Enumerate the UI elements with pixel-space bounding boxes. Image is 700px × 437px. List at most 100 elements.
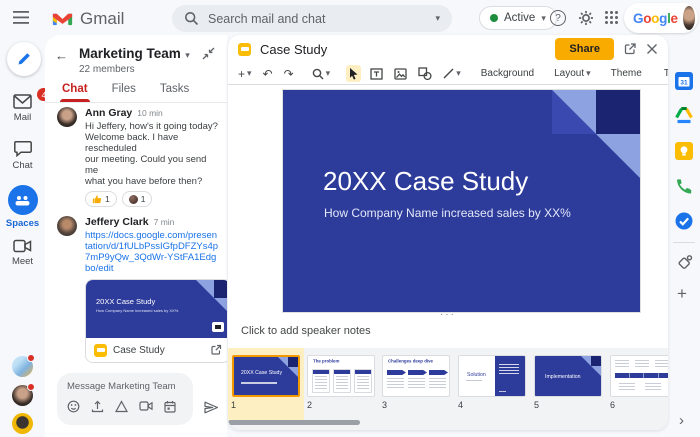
current-slide[interactable]: 20XX Case Study How Company Name increas…: [283, 90, 640, 312]
apps-grid-button[interactable]: [604, 10, 619, 25]
redo-button[interactable]: ↷: [282, 66, 296, 82]
drive-icon[interactable]: [115, 400, 128, 413]
open-in-new-icon[interactable]: [623, 42, 637, 56]
side-panel-rail: 31 + ›: [668, 36, 700, 437]
message-text: our meeting. Could you send me: [85, 154, 219, 176]
space-title[interactable]: Marketing Team: [79, 46, 181, 61]
message-composer[interactable]: Message Marketing Team: [57, 373, 193, 425]
insert-image-button[interactable]: [392, 66, 409, 82]
sidebar-item-spaces[interactable]: Spaces: [0, 185, 45, 229]
filmstrip-scrollbar[interactable]: [228, 420, 360, 425]
sidebar-item-chat[interactable]: Chat: [0, 140, 45, 171]
filmstrip-slide-3[interactable]: Challenges deep dive: [382, 355, 450, 397]
filmstrip-slide-1[interactable]: 20XX Case Study: [232, 355, 300, 397]
get-add-ons-icon[interactable]: [675, 254, 693, 272]
slide-title[interactable]: 20XX Case Study: [323, 166, 528, 197]
message-author: Jeffery Clark: [85, 216, 149, 228]
add-shortcut-plus-icon[interactable]: +: [677, 284, 687, 304]
calendar-app-icon[interactable]: 31: [675, 72, 693, 90]
sidebar-item-label: Mail: [14, 112, 31, 123]
doc-title[interactable]: Case Study: [260, 42, 546, 57]
send-icon[interactable]: [203, 400, 219, 415]
apps-grid-icon: [604, 10, 619, 25]
gmail-logo[interactable]: Gmail: [52, 9, 124, 29]
background-button[interactable]: Background: [477, 66, 538, 81]
sidebar-item-label: Chat: [12, 160, 32, 171]
main-menu-icon[interactable]: [13, 11, 29, 24]
collapse-side-panel-chevron-icon[interactable]: ›: [679, 412, 684, 429]
text-box-tool-button[interactable]: [368, 66, 385, 82]
search-input[interactable]: Search mail and chat ▾: [172, 5, 452, 32]
shared-link[interactable]: https://docs.google.com/presentation/d/1…: [85, 230, 219, 274]
thumb-title: Challenges deep dive: [388, 359, 433, 364]
avatar[interactable]: [57, 107, 77, 127]
share-button[interactable]: Share: [555, 38, 614, 60]
reaction-thumbs-up[interactable]: 1: [85, 191, 117, 207]
select-tool-button[interactable]: [346, 65, 361, 82]
contact-avatar[interactable]: [12, 356, 33, 377]
emoji-icon[interactable]: [67, 400, 80, 413]
speaker-notes-placeholder[interactable]: Click to add speaker notes: [228, 319, 668, 337]
file-name: Case Study: [113, 345, 204, 356]
insert-shape-button[interactable]: [416, 65, 434, 82]
sidebar-item-label: Spaces: [6, 218, 39, 229]
settings-button[interactable]: [578, 10, 594, 26]
filmstrip-slide-2[interactable]: The problem: [307, 355, 375, 397]
shape-icon: [418, 67, 432, 80]
upload-icon[interactable]: [91, 400, 104, 413]
chat-panel: ← Marketing Team ▾ 22 members Chat Files…: [45, 35, 227, 437]
filmstrip-slide-4[interactable]: Solution: [458, 355, 526, 397]
keep-app-icon[interactable]: [675, 142, 693, 160]
speaker-notes: ··· Click to add speaker notes: [228, 311, 668, 337]
status-selector[interactable]: Active ▾: [479, 6, 557, 30]
filmstrip-slide-6[interactable]: [610, 355, 668, 397]
account-avatar[interactable]: [683, 6, 695, 30]
layout-button[interactable]: Layout ▾: [552, 66, 593, 81]
caret-down-icon: ▾: [586, 69, 591, 78]
thumb-title: The problem: [313, 359, 339, 364]
message-text: Hi Jeffery, how's it going today?: [85, 121, 219, 132]
thumb-title: Implementation: [545, 374, 581, 380]
compose-button[interactable]: [7, 42, 41, 76]
message-time: 7 min: [154, 217, 175, 227]
status-caret-icon: ▾: [541, 14, 546, 23]
caret-down-icon: ▾: [326, 69, 331, 78]
thumb-title: 20XX Case Study: [96, 297, 155, 306]
reaction-count: 1: [141, 194, 146, 204]
theme-button[interactable]: Theme: [607, 66, 646, 81]
undo-button[interactable]: ↶: [261, 66, 275, 82]
svg-text:31: 31: [680, 79, 688, 86]
reaction-fist[interactable]: 1: [122, 191, 153, 207]
notes-resize-handle[interactable]: ···: [228, 311, 668, 319]
thumb-title: 20XX Case Study: [241, 370, 282, 376]
space-title-caret-icon[interactable]: ▾: [185, 50, 190, 60]
new-slide-button[interactable]: + ▾: [236, 66, 254, 82]
help-button[interactable]: ?: [550, 10, 566, 26]
contact-avatar[interactable]: [12, 385, 33, 406]
drive-app-icon[interactable]: [675, 107, 693, 124]
slide-number: 2: [307, 400, 312, 410]
close-icon[interactable]: [646, 43, 658, 55]
insert-line-button[interactable]: ▾: [441, 66, 463, 81]
slide-subtitle[interactable]: How Company Name increased sales by XX%: [324, 206, 571, 220]
calendar-icon[interactable]: [164, 400, 176, 413]
transition-button[interactable]: Transition: [660, 66, 668, 81]
contact-avatar[interactable]: [12, 413, 33, 434]
filmstrip-slide-5[interactable]: Implementation: [534, 355, 602, 397]
sidebar-item-meet[interactable]: Meet: [0, 239, 45, 267]
slides-app-icon: [238, 43, 251, 56]
open-in-new-icon[interactable]: [210, 344, 222, 356]
back-arrow-icon[interactable]: ←: [55, 48, 68, 63]
avatar[interactable]: [57, 216, 77, 236]
slides-editor-panel: Case Study Share + ▾ ↶ ↷ ▾: [228, 35, 668, 430]
tasks-app-icon[interactable]: [675, 212, 693, 230]
voice-app-icon[interactable]: [675, 177, 693, 195]
collapse-icon[interactable]: [202, 47, 215, 60]
zoom-button[interactable]: ▾: [310, 66, 333, 82]
mail-icon: 4: [13, 94, 32, 109]
search-options-caret-icon[interactable]: ▾: [435, 14, 440, 23]
video-camera-icon[interactable]: [139, 400, 153, 412]
slides-toolbar: + ▾ ↶ ↷ ▾ ▾ Background Layout: [228, 63, 668, 85]
link-preview-card[interactable]: 20XX Case Study How Company Name increas…: [85, 279, 227, 363]
sidebar-item-mail[interactable]: 4 Mail: [0, 94, 45, 123]
